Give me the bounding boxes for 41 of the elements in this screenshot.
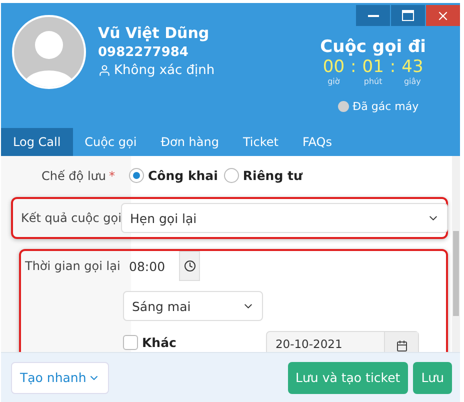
radio-option[interactable]: Công khai bbox=[129, 168, 224, 183]
field-label: Kết quả cuộc gọi bbox=[20, 211, 122, 225]
timer-value: 00 bbox=[322, 57, 345, 77]
timer-value: 01 bbox=[362, 57, 384, 77]
timer-unit: giờ bbox=[328, 77, 340, 86]
tab[interactable]: Ticket bbox=[230, 128, 290, 156]
caller-group: Không xác định bbox=[114, 63, 215, 78]
maximize-icon bbox=[402, 10, 414, 21]
time-input[interactable]: 08:00 bbox=[123, 252, 179, 280]
tab[interactable]: Đơn hàng bbox=[148, 128, 231, 156]
timer-value: 43 bbox=[402, 57, 424, 77]
date-input[interactable]: 20-10-2021 bbox=[266, 331, 420, 352]
clock-icon[interactable] bbox=[179, 251, 200, 281]
close-button[interactable] bbox=[426, 5, 460, 26]
save-button[interactable]: Lưu và tạo ticket bbox=[288, 362, 408, 394]
field-label: Chế độ lưu * bbox=[40, 168, 116, 182]
preset-select[interactable]: Sáng mai bbox=[123, 291, 263, 321]
timer-separator: : bbox=[350, 57, 356, 77]
minimize-button[interactable] bbox=[356, 5, 390, 26]
other-checkbox[interactable]: Khác bbox=[123, 335, 176, 350]
quick-create-button[interactable]: Tạo nhanh bbox=[11, 362, 110, 394]
tab[interactable]: Log Call bbox=[1, 128, 73, 156]
tab[interactable]: Cuộc gọi bbox=[72, 128, 149, 156]
scrollbar[interactable] bbox=[452, 156, 460, 352]
call-status: Đã gác máy bbox=[352, 100, 419, 113]
field-label: Thời gian gọi lại bbox=[24, 258, 122, 273]
calendar-icon[interactable] bbox=[384, 332, 418, 352]
call-direction: Cuộc gọi đi bbox=[320, 37, 426, 57]
save-button[interactable]: Lưu bbox=[413, 362, 452, 394]
radio-option[interactable]: Riêng tư bbox=[224, 168, 308, 183]
result-select[interactable]: Hẹn gọi lại bbox=[121, 203, 448, 233]
timer-separator: : bbox=[390, 57, 396, 77]
caller-phone: 0982277984 bbox=[98, 45, 190, 60]
user-icon bbox=[98, 64, 111, 77]
timer-unit: phút bbox=[364, 77, 382, 86]
date-value: 20-10-2021 bbox=[274, 336, 344, 352]
tab[interactable]: FAQs bbox=[290, 128, 344, 156]
maximize-button[interactable] bbox=[391, 5, 425, 26]
timer-unit: giây bbox=[404, 77, 421, 86]
caller-name: Vũ Việt Dũng bbox=[98, 24, 210, 42]
minimize-icon bbox=[368, 14, 378, 16]
